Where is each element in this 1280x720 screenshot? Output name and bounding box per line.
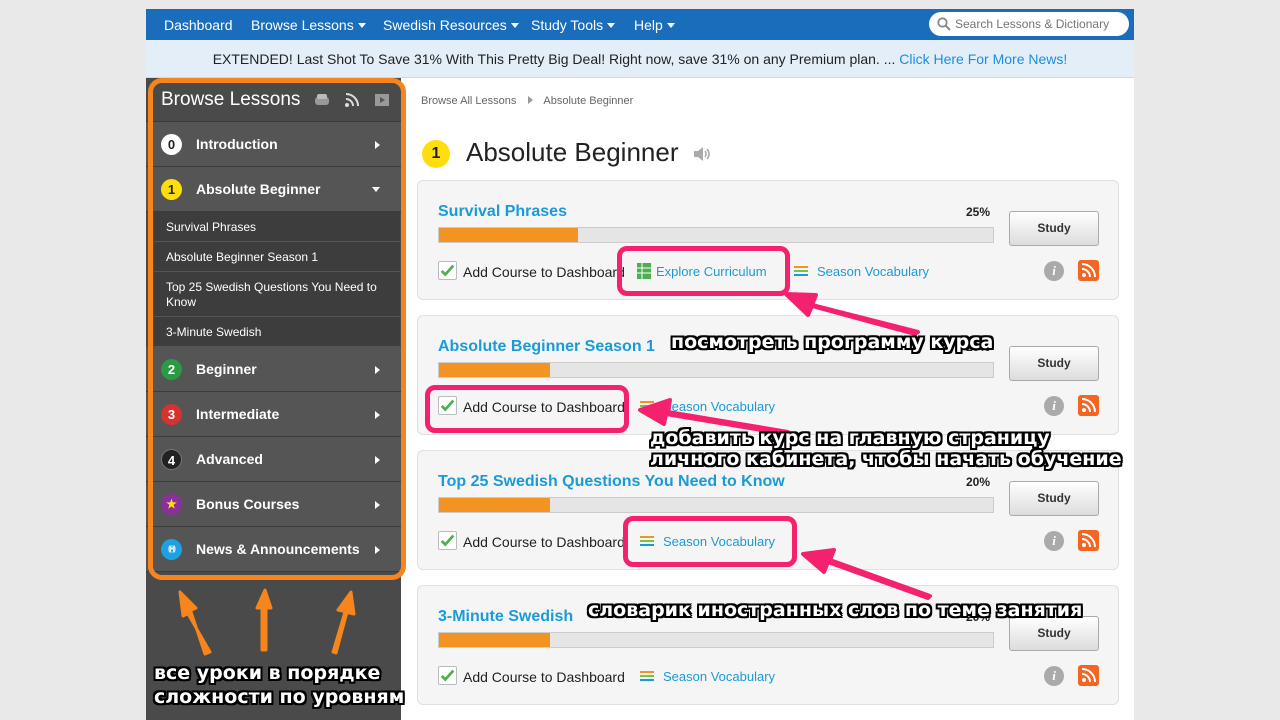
progress-fill [439,633,550,647]
annotation-dashboard-line2: личного кабинета, чтобы начать обучение [650,448,1122,470]
progress-bar [438,632,994,648]
annotation-levels-line2: сложности по уровням [154,686,405,708]
add-to-dashboard-label[interactable]: Add Course to Dashboard [463,669,625,685]
search-input[interactable] [955,15,1123,33]
add-to-dashboard-checkbox[interactable] [438,261,457,280]
course-title[interactable]: Absolute Beginner Season 1 [438,338,655,356]
study-button[interactable]: Study [1009,481,1099,516]
progress-fill [439,363,550,377]
rss-icon[interactable] [1078,260,1099,281]
course-title[interactable]: 3-Minute Swedish [438,608,573,626]
curriculum-highlight [617,246,790,296]
rss-icon[interactable] [1078,665,1099,686]
info-icon[interactable]: i [1044,666,1064,686]
course-title[interactable]: Survival Phrases [438,203,567,221]
progress-bar [438,227,994,243]
nav-browse-lessons[interactable]: Browse Lessons [251,17,366,33]
vocabulary-icon [640,401,654,411]
nav-study-tools[interactable]: Study Tools [531,17,616,33]
chevron-down-icon [607,22,616,28]
annotation-levels-line1: все уроки в порядке [154,662,381,684]
info-icon[interactable]: i [1044,531,1064,551]
progress-bar [438,497,994,513]
vocabulary-icon [794,266,808,276]
promo-link[interactable]: Click Here For More News! [899,51,1067,67]
annotation-curriculum: посмотреть программу курса [671,331,994,353]
chevron-down-icon [666,22,675,28]
progress-fill [439,228,578,242]
page-title: Absolute Beginner [466,137,679,167]
search-icon [937,17,951,31]
course-percent: 25% [966,205,991,219]
nav-dashboard[interactable]: Dashboard [164,17,233,33]
progress-bar [438,362,994,378]
rss-icon[interactable] [1078,395,1099,416]
speaker-icon[interactable] [693,146,711,162]
info-icon[interactable]: i [1044,396,1064,416]
promo-banner: EXTENDED! Last Shot To Save 31% With Thi… [146,40,1134,78]
add-to-dashboard-label[interactable]: Add Course to Dashboard [463,534,625,550]
vocabulary-icon [640,671,654,681]
nav-swedish-resources[interactable]: Swedish Resources [383,17,519,33]
chevron-right-icon [528,96,534,104]
level-badge: 1 [422,140,450,168]
study-button[interactable]: Study [1009,211,1099,246]
add-to-dashboard-label[interactable]: Add Course to Dashboard [463,264,625,280]
search-box [929,12,1129,36]
season-vocabulary-link[interactable]: Season Vocabulary [817,264,929,279]
season-vocabulary-link[interactable]: Season Vocabulary [663,399,775,414]
nav-help[interactable]: Help [634,17,675,33]
rss-icon[interactable] [1078,530,1099,551]
top-nav: Dashboard Browse Lessons Swedish Resourc… [146,9,1134,40]
promo-text: EXTENDED! Last Shot To Save 31% With Thi… [212,51,900,67]
dashboard-highlight [425,385,629,433]
sidebar-highlight-outline [148,78,406,580]
checkmark-icon [440,669,455,682]
progress-fill [439,498,550,512]
checkmark-icon [440,534,455,547]
study-button[interactable]: Study [1009,346,1099,381]
breadcrumb-current: Absolute Beginner [543,95,634,107]
annotation-vocabulary: словарик иностранных слов по теме заняти… [588,599,1083,621]
checkmark-icon [440,264,455,277]
add-to-dashboard-checkbox[interactable] [438,531,457,550]
info-icon[interactable]: i [1044,261,1064,281]
breadcrumb-root[interactable]: Browse All Lessons [421,95,516,107]
season-vocabulary-link[interactable]: Season Vocabulary [663,669,775,684]
course-percent: 20% [966,475,991,489]
course-title[interactable]: Top 25 Swedish Questions You Need to Kno… [438,473,785,491]
chevron-down-icon [357,22,366,28]
add-to-dashboard-checkbox[interactable] [438,666,457,685]
vocabulary-highlight [623,516,797,567]
breadcrumb: Browse All Lessons Absolute Beginner [421,95,633,107]
chevron-down-icon [510,22,519,28]
